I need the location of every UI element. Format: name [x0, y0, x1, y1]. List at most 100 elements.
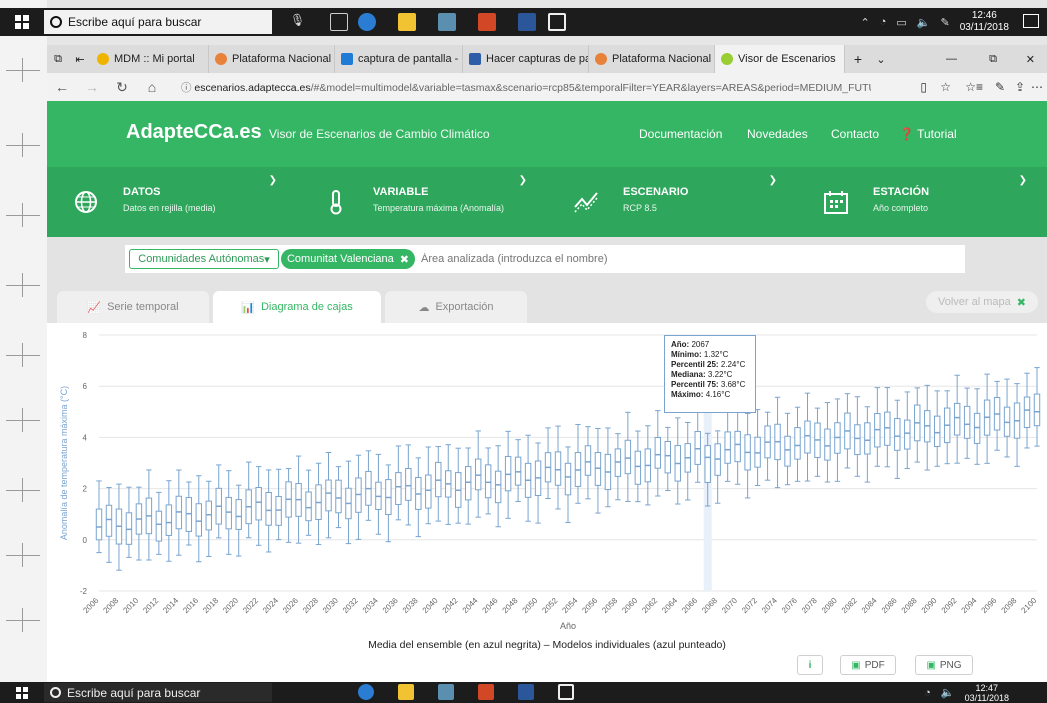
browser-tab[interactable]: Plataforma Nacional de	[209, 45, 335, 73]
box-iqr	[1023, 396, 1031, 429]
tooltip-min-value: 1.32°C	[703, 350, 729, 359]
export-png-button[interactable]: ▣ PNG	[915, 655, 973, 675]
edge-icon[interactable]	[358, 13, 376, 31]
word-icon[interactable]	[518, 684, 534, 700]
info-button[interactable]: i	[797, 655, 823, 675]
volume-icon[interactable]: 🔈	[917, 16, 931, 29]
x-tick-label: 2032	[341, 596, 360, 615]
tab-favicon-icon	[97, 53, 109, 65]
tab-label: captura de pantalla - Bi	[358, 53, 463, 65]
tab-exportacion[interactable]: ☁ Exportación	[385, 291, 527, 323]
taskbar-search-box[interactable]: Escribe aquí para buscar	[44, 683, 272, 702]
tooltip-median-label: Mediana:	[671, 370, 706, 379]
windows-start-button[interactable]	[0, 682, 44, 703]
tab-diagrama-de-cajas[interactable]: 📊 Diagrama de cajas	[213, 291, 381, 323]
tooltip-p25: Percentil 25: 2.24°C	[671, 360, 749, 370]
x-tick-label: 2080	[820, 596, 839, 615]
favorite-star-icon[interactable]: ☆	[940, 80, 951, 94]
back-to-map-label: Volver al mapa	[938, 296, 1011, 308]
y-tick-label: 2	[83, 485, 88, 494]
pen-icon[interactable]: ✎	[940, 16, 949, 29]
nav-novedades[interactable]: Novedades	[747, 127, 808, 141]
cloud-app-icon[interactable]	[438, 684, 454, 700]
file-explorer-icon[interactable]	[398, 684, 414, 700]
word-icon[interactable]	[518, 13, 536, 31]
task-view-icon[interactable]	[330, 13, 348, 31]
forward-arrow-icon[interactable]: →	[77, 79, 107, 95]
selector-title: VARIABLE	[373, 186, 429, 198]
x-tick-label: 2092	[940, 596, 959, 615]
back-arrow-icon[interactable]: ←	[47, 79, 77, 95]
photos-icon[interactable]	[548, 13, 566, 31]
tab-label: Exportación	[435, 301, 494, 313]
share-icon[interactable]: ⇪	[1015, 80, 1025, 94]
remove-chip-icon[interactable]: ✖	[400, 253, 409, 266]
tab-list-chevron-icon[interactable]: ⌄	[871, 53, 891, 66]
tab-label: Serie temporal	[107, 301, 179, 313]
browser-tab-active[interactable]: Visor de Escenarios ✕	[715, 45, 845, 73]
box-iqr	[275, 495, 282, 526]
taskbar-search-placeholder: Escribe aquí para buscar	[68, 15, 202, 29]
network-icon[interactable]: ◔	[880, 16, 887, 28]
battery-icon[interactable]: ▭	[896, 16, 906, 29]
area-search-input[interactable]	[421, 249, 941, 269]
x-tick-label: 2064	[660, 596, 679, 615]
restore-icon[interactable]: ⧉	[989, 53, 997, 66]
powerpoint-icon[interactable]	[478, 684, 494, 700]
selector-variable[interactable]: VARIABLE Temperatura máxima (Anomalía) ❯	[297, 167, 545, 237]
selector-estacion[interactable]: ESTACIÓN Año completo ❯	[797, 167, 1045, 237]
photos-icon[interactable]	[558, 684, 574, 700]
selector-value: RCP 8.5	[623, 203, 657, 213]
chevron-up-icon[interactable]: ⌃	[860, 16, 869, 29]
region-type-dropdown[interactable]: Comunidades Autónomas ▾	[129, 249, 279, 269]
tab-back-icon[interactable]: ⇤	[69, 53, 91, 66]
y-axis-label: Anomalía de temperatura máxima (°C)	[59, 386, 69, 540]
cloud-app-icon[interactable]	[438, 13, 456, 31]
notes-pen-icon[interactable]: ✎	[995, 80, 1005, 94]
box-iqr	[474, 458, 482, 491]
selector-value: Año completo	[873, 203, 929, 213]
close-window-icon[interactable]: ✕	[1026, 53, 1035, 66]
box-iqr	[953, 402, 961, 436]
windows-start-button[interactable]	[0, 8, 44, 36]
more-icon[interactable]: ⋯	[1031, 80, 1043, 94]
browser-tab[interactable]: Hacer capturas de pant	[463, 45, 589, 73]
minimize-icon[interactable]: —	[946, 53, 957, 65]
back-to-map-button[interactable]: Volver al mapa ✖	[926, 291, 1038, 313]
selector-datos[interactable]: DATOS Datos en rejilla (media) ❯	[47, 167, 295, 237]
notifications-icon[interactable]	[1023, 14, 1039, 28]
site-logo[interactable]: AdapteCCa.es	[126, 121, 262, 144]
export-pdf-button[interactable]: ▣ PDF	[840, 655, 896, 675]
tab-preview-icon[interactable]: ⧉	[47, 53, 69, 66]
home-icon[interactable]: ⌂	[137, 79, 167, 95]
volume-icon[interactable]: 🔈	[941, 686, 955, 699]
x-tick-label: 2012	[141, 596, 160, 615]
favorites-hub-icon[interactable]: ☆≡	[965, 80, 983, 94]
browser-tab[interactable]: MDM :: Mi portal	[91, 45, 209, 73]
x-tick-label: 2022	[241, 596, 260, 615]
browser-tab[interactable]: captura de pantalla - Bi	[335, 45, 463, 73]
selector-escenario[interactable]: ESCENARIO RCP 8.5 ❯	[547, 167, 795, 237]
taskbar-search-box[interactable]: Escribe aquí para buscar	[44, 10, 272, 34]
microphone-icon[interactable]: 🎙	[290, 13, 308, 31]
powerpoint-icon[interactable]	[478, 13, 496, 31]
reading-view-icon[interactable]: ▯	[920, 80, 927, 94]
clock[interactable]: 12:46 03/11/2018	[960, 10, 1009, 34]
box-iqr	[654, 436, 662, 469]
nav-documentacion[interactable]: Documentación	[639, 127, 722, 141]
region-chip[interactable]: Comunitat Valenciana ✖	[281, 249, 415, 269]
url-field[interactable]: ⓘ escenarios.adaptecca.es/#&model=multim…	[181, 80, 871, 95]
nav-tutorial[interactable]: ❓ Tutorial	[899, 127, 957, 141]
browser-tab[interactable]: Plataforma Nacional de	[589, 45, 715, 73]
clock[interactable]: 12:47 03/11/2018	[965, 683, 1009, 703]
file-explorer-icon[interactable]	[398, 13, 416, 31]
network-icon[interactable]: ◔	[924, 687, 931, 699]
new-tab-icon[interactable]: +	[845, 51, 871, 67]
tab-serie-temporal[interactable]: 📈 Serie temporal	[57, 291, 209, 323]
edge-icon[interactable]	[358, 684, 374, 700]
x-tick-label: 2048	[501, 596, 520, 615]
refresh-icon[interactable]: ↻	[107, 79, 137, 96]
x-axis-label: Año	[560, 621, 576, 631]
nav-contacto[interactable]: Contacto	[831, 127, 879, 141]
box-iqr	[335, 479, 342, 514]
